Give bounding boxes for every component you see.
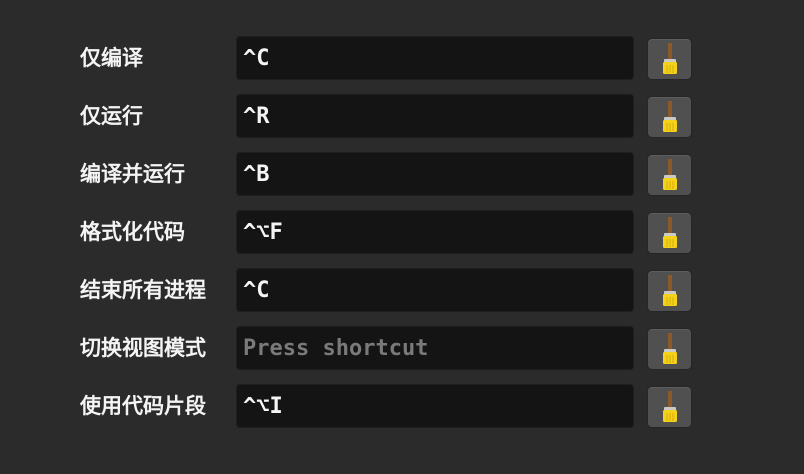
clear-shortcut-button[interactable] — [647, 270, 692, 312]
clear-shortcut-button[interactable] — [647, 328, 692, 370]
shortcut-label: 仅运行 — [80, 104, 143, 128]
shortcut-row-compile-and-run: 编译并运行 ^B — [80, 152, 700, 196]
brush-icon — [662, 217, 677, 248]
brush-icon — [662, 333, 677, 364]
shortcut-row-use-code-snippet: 使用代码片段 ^⌥I — [80, 384, 700, 428]
shortcut-label: 编译并运行 — [80, 162, 185, 186]
shortcut-recorder-field[interactable]: ^C — [236, 36, 634, 80]
brush-icon — [662, 159, 677, 190]
shortcut-label: 格式化代码 — [80, 220, 185, 244]
brush-icon — [662, 275, 677, 306]
shortcut-recorder-field[interactable]: ^B — [236, 152, 634, 196]
shortcut-recorder-field[interactable]: Press shortcut — [236, 326, 634, 370]
shortcut-row-run-only: 仅运行 ^R — [80, 94, 700, 138]
clear-shortcut-button[interactable] — [647, 212, 692, 254]
clear-shortcut-button[interactable] — [647, 96, 692, 138]
shortcut-recorder-field[interactable]: ^C — [236, 268, 634, 312]
shortcut-label: 使用代码片段 — [80, 394, 206, 418]
shortcut-label: 仅编译 — [80, 46, 143, 70]
shortcut-row-stop-all-processes: 结束所有进程 ^C — [80, 268, 700, 312]
shortcut-row-compile-only: 仅编译 ^C — [80, 36, 700, 80]
shortcut-label: 结束所有进程 — [80, 278, 206, 302]
brush-icon — [662, 391, 677, 422]
clear-shortcut-button[interactable] — [647, 386, 692, 428]
shortcut-recorder-field[interactable]: ^⌥F — [236, 210, 634, 254]
brush-icon — [662, 101, 677, 132]
shortcut-recorder-field[interactable]: ^R — [236, 94, 634, 138]
clear-shortcut-button[interactable] — [647, 38, 692, 80]
shortcut-recorder-field[interactable]: ^⌥I — [236, 384, 634, 428]
shortcut-settings-list: 仅编译 ^C 仅运行 ^R 编译并运行 ^B 格式化代码 ^⌥F 结束所有进程 … — [80, 36, 700, 442]
shortcut-row-format-code: 格式化代码 ^⌥F — [80, 210, 700, 254]
brush-icon — [662, 43, 677, 74]
clear-shortcut-button[interactable] — [647, 154, 692, 196]
shortcut-row-toggle-view-mode: 切换视图模式 Press shortcut — [80, 326, 700, 370]
shortcut-label: 切换视图模式 — [80, 336, 206, 360]
